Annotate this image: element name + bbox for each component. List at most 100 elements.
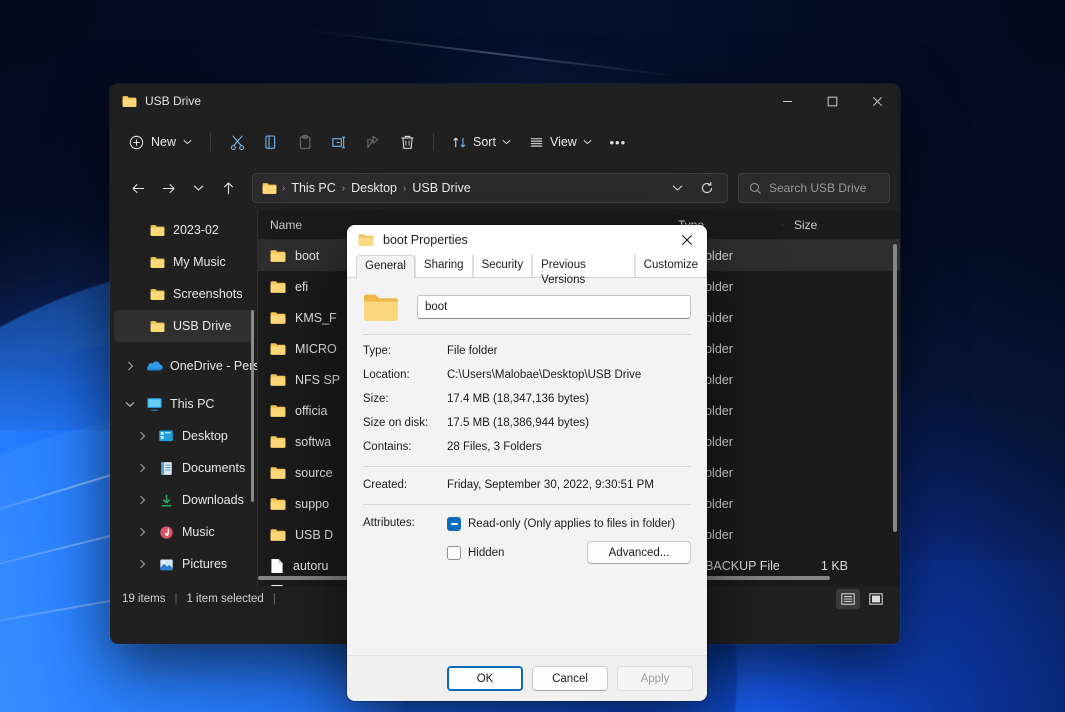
chevron-right-icon[interactable] [134,527,150,537]
delete-button[interactable] [390,126,424,158]
file-list-vertical-scrollbar[interactable] [893,244,897,532]
chevron-right-icon[interactable] [134,559,150,569]
forward-button[interactable] [154,174,182,202]
chevron-right-icon[interactable] [122,361,138,371]
details-view-button[interactable] [836,589,860,609]
search-input[interactable]: Search USB Drive [738,173,890,203]
tab-sharing[interactable]: Sharing [414,254,473,277]
view-button[interactable]: View [520,126,601,158]
downloads-icon [157,493,175,508]
chevron-right-icon[interactable] [134,431,150,441]
tab-customize[interactable]: Customize [634,254,707,277]
file-name-label: officia [295,403,328,418]
cut-button[interactable] [220,126,254,158]
sort-icon [452,135,467,150]
sort-button-label: Sort [473,135,496,149]
onedrive-icon [145,360,163,372]
dialog-close-button[interactable] [667,225,707,255]
folder-icon [270,280,286,294]
refresh-button[interactable] [693,174,721,202]
sidebar-scrollbar[interactable] [251,310,254,502]
navigation-pane: 2023-02 My Music Screenshots USB Drive O… [110,210,258,586]
attributes-values: Read-only (Only applies to files in fold… [447,517,691,564]
music-icon [157,525,175,540]
back-button[interactable] [124,174,152,202]
up-button[interactable] [214,174,242,202]
sort-button[interactable]: Sort [443,126,520,158]
chevron-right-icon[interactable] [134,463,150,473]
readonly-checkbox-row[interactable]: Read-only (Only applies to files in fold… [447,517,691,531]
properties-dialog: boot Properties General Sharing Security… [347,225,707,701]
sidebar-item-2023-02[interactable]: 2023-02 [114,214,254,246]
hidden-checkbox-row[interactable]: Hidden Advanced... [447,541,691,564]
minimize-button[interactable] [765,84,810,118]
sidebar-item-onedrive[interactable]: OneDrive - Persor [114,350,258,382]
large-icons-view-button[interactable] [864,589,888,609]
window-title: USB Drive [145,94,202,108]
file-icon [270,558,284,574]
folder-icon [262,182,277,195]
sidebar-item-videos[interactable]: Videos [114,580,254,586]
location-label: Location: [363,369,410,381]
tab-previous-versions[interactable]: Previous Versions [532,254,635,286]
sidebar-item-my-music[interactable]: My Music [114,246,254,278]
sidebar-item-this-pc[interactable]: This PC [114,388,254,420]
folder-icon [270,249,286,263]
breadcrumb-dropdown-button[interactable] [663,174,691,202]
rename-icon [331,134,348,151]
breadcrumb-item-this-pc[interactable]: This PC [286,179,340,197]
folder-icon [270,404,286,418]
recent-locations-button[interactable] [184,174,212,202]
new-button-label: New [151,135,177,149]
status-separator: | [272,593,276,605]
sidebar-item-screenshots[interactable]: Screenshots [114,278,254,310]
tab-general[interactable]: General [356,255,415,278]
title-bar: USB Drive [110,84,900,118]
contains-label: Contains: [363,441,412,453]
copy-icon [263,134,280,151]
close-button[interactable] [855,84,900,118]
dialog-tabs: General Sharing Security Previous Versio… [347,254,707,286]
sidebar-item-music[interactable]: Music [114,516,254,548]
maximize-button[interactable] [810,84,855,118]
new-button[interactable]: New [120,126,201,158]
sidebar-item-downloads[interactable]: Downloads [114,484,254,516]
chevron-down-icon [583,139,592,145]
folder-name-input[interactable]: boot [417,295,691,319]
sidebar-item-desktop[interactable]: Desktop [114,420,254,452]
folder-icon [270,466,286,480]
breadcrumb-item-usb-drive[interactable]: USB Drive [407,179,475,197]
details-view-icon [841,593,855,605]
folder-icon [148,224,166,237]
file-name-label: MICRO [295,341,337,356]
chevron-right-icon[interactable] [134,495,150,505]
copy-button[interactable] [254,126,288,158]
plus-circle-icon [129,135,144,150]
hidden-checkbox[interactable] [447,545,461,560]
file-name-label: suppo [295,496,330,511]
folder-icon [148,288,166,301]
column-header-size[interactable]: Size [782,218,862,232]
this-pc-icon [145,397,163,411]
folder-name-row: boot [363,292,691,322]
sidebar-item-pictures[interactable]: Pictures [114,548,254,580]
command-bar: New Sort View ••• [110,118,900,166]
breadcrumb[interactable]: › This PC › Desktop › USB Drive [252,173,728,203]
rename-button[interactable] [322,126,356,158]
sidebar-item-label: Pictures [182,557,228,571]
file-name-label: efi [295,279,309,294]
readonly-checkbox[interactable] [447,517,461,531]
sidebar-item-usb-drive[interactable]: USB Drive [114,310,254,342]
size-on-disk-label: Size on disk: [363,417,429,429]
more-options-button[interactable]: ••• [601,126,635,158]
folder-icon [270,528,286,542]
tab-security[interactable]: Security [472,254,533,277]
sidebar-item-documents[interactable]: Documents [114,452,254,484]
cancel-button[interactable]: Cancel [532,666,608,691]
sidebar-item-label: 2023-02 [173,223,219,237]
chevron-down-icon[interactable] [122,401,138,408]
advanced-button[interactable]: Advanced... [587,541,691,564]
folder-icon [148,320,166,333]
ok-button[interactable]: OK [447,666,523,691]
breadcrumb-item-desktop[interactable]: Desktop [346,179,402,197]
